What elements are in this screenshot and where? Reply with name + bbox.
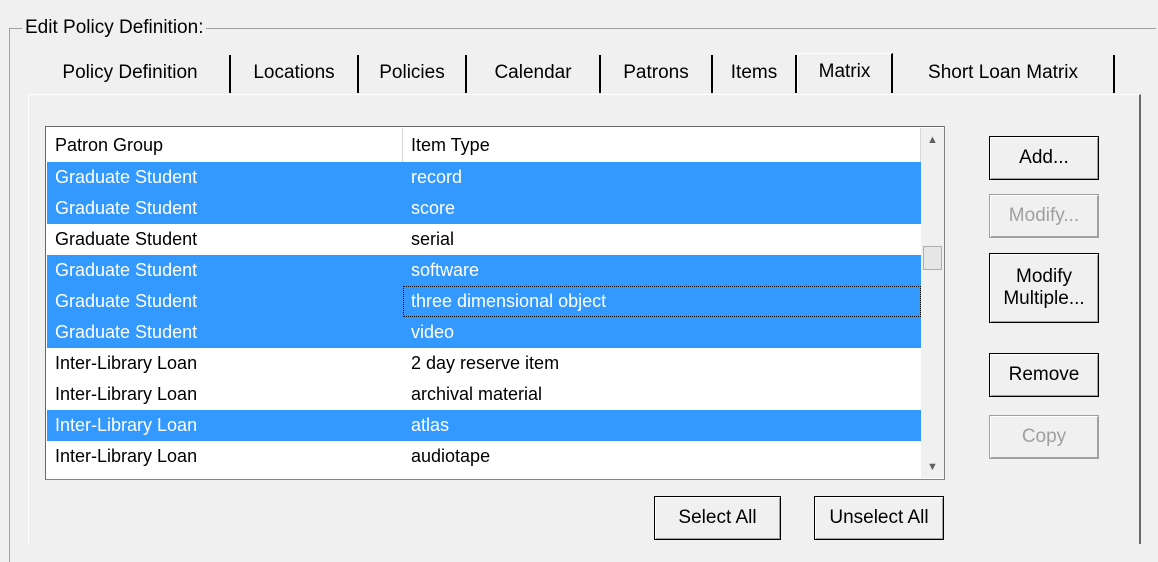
copy-button[interactable]: Copy — [989, 415, 1099, 459]
modify-button[interactable]: Modify... — [989, 194, 1099, 238]
table-row[interactable]: Inter-Library Loan atlas — [47, 410, 921, 441]
tab-policies[interactable]: Policies — [359, 55, 467, 93]
tab-items[interactable]: Items — [713, 55, 797, 93]
cell-item-type: record — [403, 162, 921, 193]
table-row[interactable]: Graduate Student three dimensional object — [47, 286, 921, 317]
table-row[interactable]: Graduate Student software — [47, 255, 921, 286]
cell-patron-group: Graduate Student — [47, 317, 403, 348]
tab-patrons[interactable]: Patrons — [601, 55, 713, 93]
table-row[interactable]: Inter-Library Loan audiotape — [47, 441, 921, 472]
modify-multiple-label-line1: Modify — [1016, 266, 1072, 287]
tab-policy-definition[interactable]: Policy Definition — [31, 55, 231, 93]
cell-patron-group: Inter-Library Loan — [55, 353, 198, 373]
tab-strip: Policy Definition Locations Policies Cal… — [31, 53, 1141, 95]
add-button[interactable]: Add... — [989, 136, 1099, 180]
modify-multiple-button[interactable]: Modify Multiple... — [989, 253, 1099, 323]
column-header-item-type[interactable]: Item Type — [403, 128, 921, 162]
group-title: Edit Policy Definition: — [22, 17, 207, 39]
scroll-down-icon[interactable]: ▼ — [921, 455, 944, 478]
cell-patron-group: Graduate Student — [55, 229, 198, 249]
cell-patron-group: Inter-Library Loan — [55, 446, 198, 466]
table-row[interactable]: Graduate Student record — [47, 162, 921, 193]
table-row[interactable]: Inter-Library Loan archival material — [47, 379, 921, 410]
matrix-list[interactable]: Patron Group Item Type Graduate Student r… — [45, 126, 945, 480]
table-row[interactable]: Graduate Student video — [47, 317, 921, 348]
cell-item-type: score — [403, 193, 921, 224]
cell-item-type: 2 day reserve item — [411, 353, 560, 373]
table-row[interactable]: Graduate Student serial — [47, 224, 921, 255]
column-header-patron-group[interactable]: Patron Group — [47, 128, 403, 162]
table-row[interactable]: Inter-Library Loan 2 day reserve item — [47, 348, 921, 379]
modify-multiple-label-line2: Multiple... — [1003, 288, 1085, 309]
tab-calendar[interactable]: Calendar — [467, 55, 601, 93]
scroll-thumb[interactable] — [923, 246, 942, 270]
tab-short-loan-matrix[interactable]: Short Loan Matrix — [893, 55, 1115, 93]
cell-item-type: archival material — [411, 384, 543, 404]
cell-item-type: software — [403, 255, 921, 286]
cell-item-type: serial — [411, 229, 455, 249]
table-row[interactable]: Graduate Student score — [47, 193, 921, 224]
cell-item-type: audiotape — [411, 446, 491, 466]
select-all-button[interactable]: Select All — [654, 496, 781, 540]
cell-item-type: atlas — [403, 410, 921, 441]
scroll-up-icon[interactable]: ▲ — [921, 128, 944, 151]
unselect-all-button[interactable]: Unselect All — [814, 496, 944, 540]
list-header: Patron Group Item Type — [47, 128, 921, 163]
vertical-scrollbar[interactable]: ▲ ▼ — [921, 128, 944, 478]
cell-patron-group: Graduate Student — [47, 255, 403, 286]
cell-item-type: video — [403, 317, 921, 348]
cell-patron-group: Graduate Student — [47, 193, 403, 224]
cell-item-type: three dimensional object — [403, 286, 921, 317]
tab-matrix[interactable]: Matrix — [797, 53, 893, 93]
cell-patron-group: Graduate Student — [47, 162, 403, 193]
cell-patron-group: Inter-Library Loan — [55, 384, 198, 404]
cell-patron-group: Inter-Library Loan — [47, 410, 403, 441]
cell-patron-group: Graduate Student — [47, 286, 403, 317]
list-body: Graduate Student record Graduate Student sc… — [47, 162, 921, 472]
tab-locations[interactable]: Locations — [231, 55, 359, 93]
remove-button[interactable]: Remove — [989, 353, 1099, 397]
